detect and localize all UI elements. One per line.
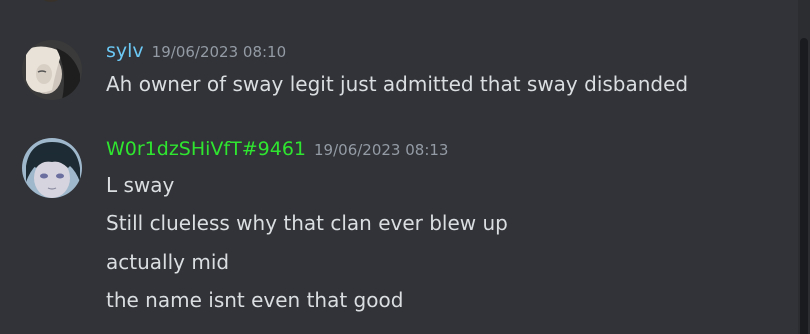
chat-messages-area: sylv 19/06/2023 08:10 Ah owner of sway le… xyxy=(0,0,810,334)
scrollbar[interactable] xyxy=(798,0,810,334)
avatar-previous-message[interactable] xyxy=(30,0,74,4)
avatar[interactable] xyxy=(22,40,82,100)
avatar-image xyxy=(36,0,66,2)
timestamp: 19/06/2023 08:10 xyxy=(151,43,287,61)
avatar[interactable] xyxy=(22,138,82,198)
avatar-image xyxy=(22,138,82,198)
message-header: sylv 19/06/2023 08:10 xyxy=(106,40,286,70)
message-text: the name isnt even that good xyxy=(106,288,404,312)
message-header: W0r1dzSHiVfT#9461 19/06/2023 08:13 xyxy=(106,138,448,168)
scrollbar-thumb[interactable] xyxy=(800,38,808,334)
message-text: actually mid xyxy=(106,250,230,274)
timestamp: 19/06/2023 08:13 xyxy=(314,141,449,159)
username[interactable]: sylv xyxy=(106,40,144,62)
message-text: Still clueless why that clan ever blew u… xyxy=(106,211,508,235)
avatar-image xyxy=(22,40,82,100)
message-text: Ah owner of sway legit just admitted tha… xyxy=(106,72,689,96)
message-text: L sway xyxy=(106,173,175,197)
username[interactable]: W0r1dzSHiVfT#9461 xyxy=(106,138,306,160)
